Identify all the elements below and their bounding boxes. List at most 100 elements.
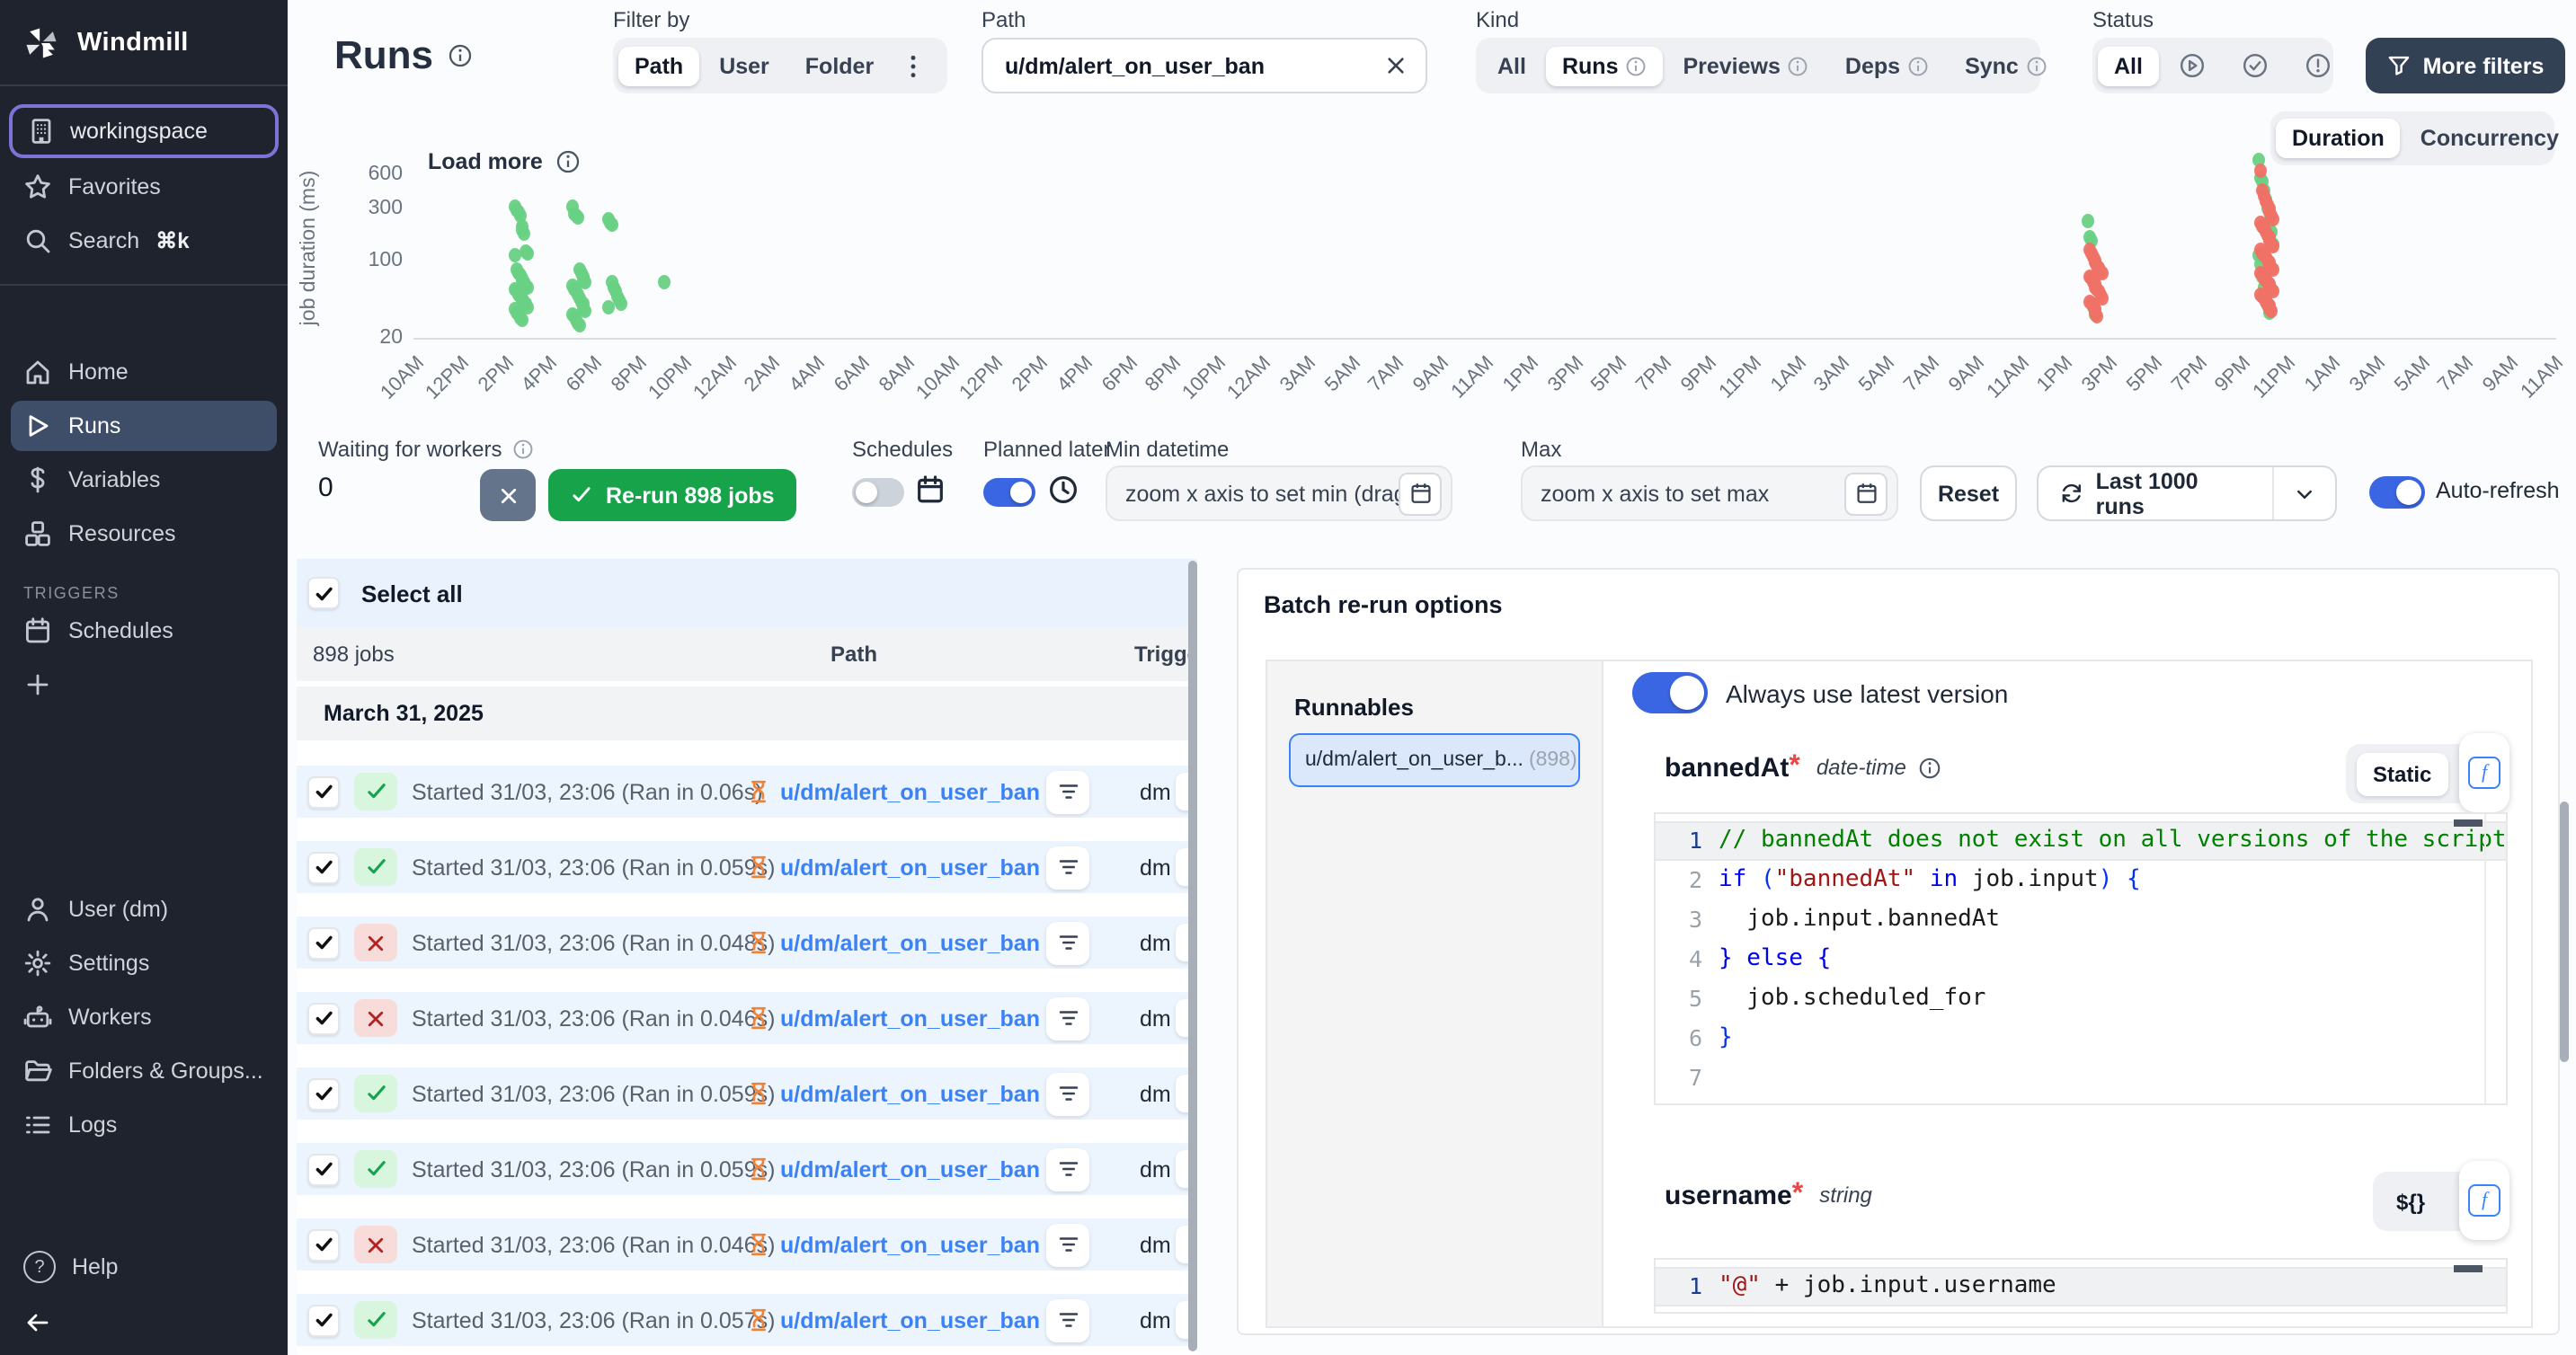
chart-tab-duration[interactable]: Duration [2276, 119, 2401, 158]
collapse-sidebar-button[interactable] [11, 1297, 277, 1355]
status-tab-all[interactable]: All [2098, 46, 2159, 85]
sidebar-item-home[interactable]: Home [11, 347, 277, 397]
min-datetime-placeholder[interactable]: zoom x axis to set min (drag) [1125, 481, 1399, 506]
path-filter-input[interactable] [1001, 51, 1384, 80]
job-row[interactable]: Started 31/03, 23:06 (Ran in 0.057s) u/d… [297, 1294, 1197, 1346]
sidebar-item-settings[interactable]: Settings [11, 938, 277, 988]
job-row[interactable]: Started 31/03, 23:06 (Ran in 0.06s) u/dm… [297, 766, 1197, 818]
auto-refresh-toggle[interactable] [2369, 476, 2425, 509]
workspace-switcher[interactable]: workingspace [9, 104, 279, 158]
scatter-point-success[interactable] [573, 318, 585, 332]
kind-tab-all[interactable]: All [1481, 46, 1542, 85]
filter-by-path-button[interactable] [1046, 921, 1089, 964]
row-checkbox[interactable] [307, 775, 340, 808]
scatter-point-failure[interactable] [2092, 310, 2104, 324]
filter-tab-folder[interactable]: Folder [789, 46, 890, 85]
kind-tab-runs[interactable]: Runs [1546, 46, 1664, 85]
sidebar-item-user[interactable]: User (dm) [11, 884, 277, 934]
filter-tab-path[interactable]: Path [618, 46, 699, 85]
filter-by-path-button[interactable] [1046, 1298, 1089, 1342]
job-path-link[interactable]: u/dm/alert_on_user_ban [780, 1232, 1046, 1257]
template-mode-button[interactable]: ${} [2384, 1180, 2438, 1223]
scatter-point-failure[interactable] [2254, 164, 2267, 178]
table-scrollbar[interactable] [1188, 561, 1197, 1351]
filter-by-path-button[interactable] [1046, 846, 1089, 889]
more-filters-button[interactable]: More filters [2366, 38, 2565, 93]
sidebar-item-workers[interactable]: Workers [11, 992, 277, 1042]
page-scrollbar[interactable] [2560, 801, 2569, 1062]
runnable-item[interactable]: u/dm/alert_on_user_b... (898) [1289, 733, 1580, 787]
scatter-point-success[interactable] [515, 313, 528, 327]
filter-by-path-button[interactable] [1046, 770, 1089, 813]
static-mode-button[interactable]: Static [2357, 752, 2447, 795]
sidebar-item-folders[interactable]: Folders & Groups... [11, 1046, 277, 1096]
scatter-point-success[interactable] [509, 249, 521, 263]
schedules-toggle[interactable] [852, 478, 904, 507]
row-checkbox[interactable] [307, 1228, 340, 1261]
sidebar-item-runs[interactable]: Runs [11, 401, 277, 451]
bannedat-code-editor[interactable]: 1// bannedAt does not exist on all versi… [1654, 812, 2508, 1105]
scatter-point-success[interactable] [572, 210, 584, 225]
job-row[interactable]: Started 31/03, 23:06 (Ran in 0.048s) u/d… [297, 917, 1197, 969]
sidebar-item-favorites[interactable]: Favorites [11, 162, 277, 212]
sidebar-item-help[interactable]: ? Help [11, 1240, 277, 1294]
username-js-mode-button[interactable] [2459, 1161, 2509, 1240]
status-tab-success-icon[interactable] [2225, 45, 2285, 86]
last-runs-dropdown-button[interactable] [2274, 483, 2335, 504]
scatter-point-success[interactable] [605, 218, 617, 233]
bannedat-js-mode-button[interactable] [2459, 733, 2509, 812]
job-row[interactable]: Started 31/03, 23:06 (Ran in 0.059s) u/d… [297, 841, 1197, 893]
row-checkbox[interactable] [307, 1304, 340, 1336]
cancel-selection-button[interactable] [480, 469, 536, 521]
filter-tab-user[interactable]: User [703, 46, 786, 85]
select-all-checkbox[interactable] [307, 577, 340, 609]
job-path-link[interactable]: u/dm/alert_on_user_ban [780, 779, 1046, 804]
status-tab-running-icon[interactable] [2163, 45, 2222, 86]
min-datetime-calendar-button[interactable] [1399, 472, 1442, 515]
latest-version-toggle[interactable] [1632, 672, 1708, 713]
job-path-link[interactable]: u/dm/alert_on_user_ban [780, 1081, 1046, 1106]
planned-later-toggle[interactable] [983, 478, 1035, 507]
row-checkbox[interactable] [307, 1002, 340, 1034]
load-more-button[interactable]: Load more [428, 149, 581, 174]
job-path-link[interactable]: u/dm/alert_on_user_ban [780, 1005, 1046, 1031]
job-row[interactable]: Started 31/03, 23:06 (Ran in 0.046s) u/d… [297, 992, 1197, 1044]
sidebar-item-variables[interactable]: Variables [11, 455, 277, 505]
job-row[interactable]: Started 31/03, 23:06 (Ran in 0.059s) u/d… [297, 1067, 1197, 1120]
last-runs-button[interactable]: Last 1000 runs [2039, 468, 2272, 518]
filter-by-path-button[interactable] [1046, 996, 1089, 1040]
scatter-point-success[interactable] [519, 226, 531, 240]
job-row[interactable]: Started 31/03, 23:06 (Ran in 0.059s) u/d… [297, 1143, 1197, 1195]
row-checkbox[interactable] [307, 1077, 340, 1110]
reset-button[interactable]: Reset [1920, 465, 2017, 521]
editor-scrollbar[interactable] [2484, 814, 2486, 1103]
rerun-jobs-button[interactable]: Re-run 898 jobs [548, 469, 796, 521]
add-trigger-button[interactable] [11, 660, 277, 710]
job-path-link[interactable]: u/dm/alert_on_user_ban [780, 1156, 1046, 1182]
scatter-point-success[interactable] [521, 246, 534, 261]
more-options-icon[interactable] [893, 46, 933, 85]
scatter-point-success[interactable] [602, 300, 615, 314]
row-checkbox[interactable] [307, 1153, 340, 1185]
sidebar-item-logs[interactable]: Logs [11, 1100, 277, 1150]
job-row[interactable]: Started 31/03, 23:06 (Ran in 0.046s) u/d… [297, 1218, 1197, 1271]
filter-by-path-button[interactable] [1046, 1223, 1089, 1266]
job-path-link[interactable]: u/dm/alert_on_user_ban [780, 1307, 1046, 1333]
sidebar-item-resources[interactable]: Resources [11, 509, 277, 559]
scatter-point-failure[interactable] [2266, 304, 2278, 318]
filter-by-path-button[interactable] [1046, 1072, 1089, 1115]
scatter-point-success[interactable] [659, 275, 671, 289]
max-datetime-placeholder[interactable]: zoom x axis to set max [1541, 481, 1844, 506]
chart-tab-concurrency[interactable]: Concurrency [2404, 119, 2575, 158]
job-path-link[interactable]: u/dm/alert_on_user_ban [780, 855, 1046, 880]
row-checkbox[interactable] [307, 851, 340, 883]
max-datetime-calendar-button[interactable] [1844, 472, 1888, 515]
info-icon[interactable] [448, 43, 473, 68]
sidebar-item-schedules[interactable]: Schedules [11, 606, 277, 656]
job-path-link[interactable]: u/dm/alert_on_user_ban [780, 930, 1046, 955]
filter-by-path-button[interactable] [1046, 1147, 1089, 1191]
scatter-point-success[interactable] [615, 297, 627, 311]
kind-tab-sync[interactable]: Sync [1949, 46, 2064, 85]
row-checkbox[interactable] [307, 926, 340, 959]
kind-tab-deps[interactable]: Deps [1829, 46, 1945, 85]
